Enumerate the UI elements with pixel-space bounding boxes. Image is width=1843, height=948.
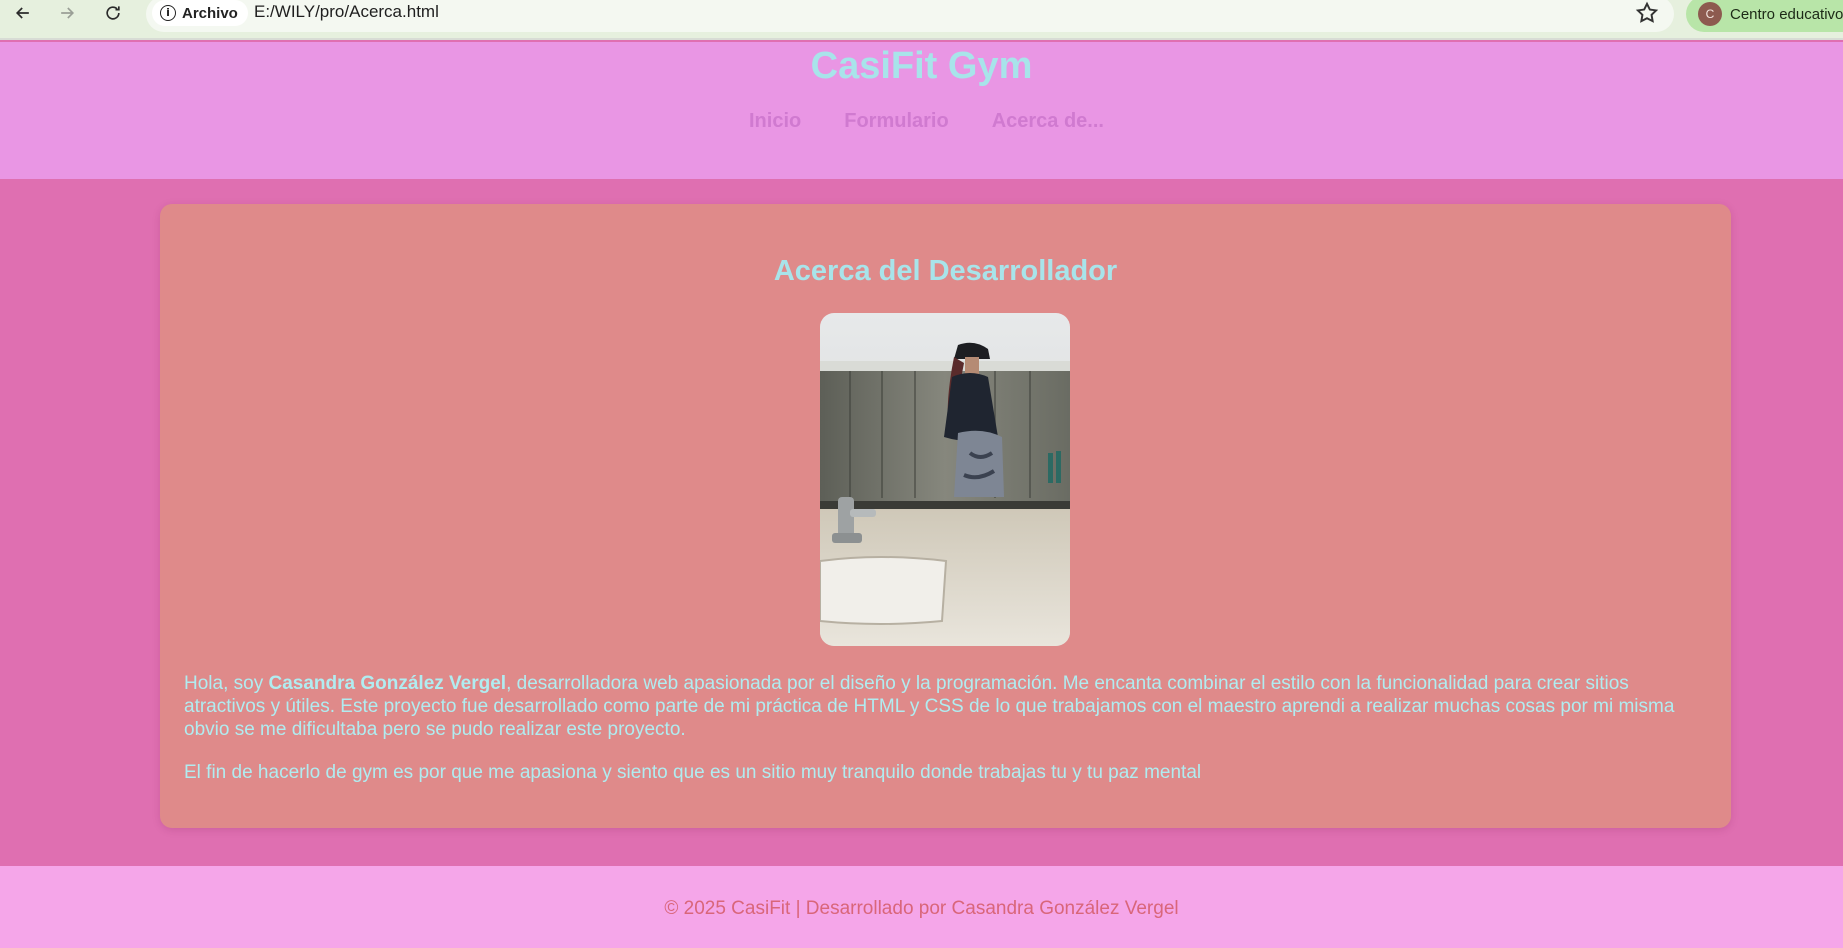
site-info-chip[interactable]: i Archivo xyxy=(152,0,248,26)
info-icon: i xyxy=(160,5,176,21)
about-paragraph-2: El fin de hacerlo de gym es por que me a… xyxy=(184,762,1202,783)
nav-link-inicio[interactable]: Inicio xyxy=(749,110,801,133)
site-info-label: Archivo xyxy=(182,4,238,22)
developer-name: Casandra González Vergel xyxy=(268,673,507,694)
nav-link-formulario[interactable]: Formulario xyxy=(844,110,948,133)
about-title: Acerca del Desarrollador xyxy=(773,255,1118,287)
arrow-right-icon xyxy=(61,7,75,19)
developer-photo xyxy=(820,313,1070,646)
forward-button[interactable] xyxy=(50,0,84,26)
intro-prefix: Hola, soy xyxy=(184,673,269,694)
profile-label: Centro educativo xyxy=(1730,5,1843,23)
back-button[interactable] xyxy=(6,0,40,26)
url-text[interactable]: E:/WILY/pro/Acerca.html xyxy=(254,2,439,22)
browser-toolbar: i Archivo E:/WILY/pro/Acerca.html C Cent… xyxy=(0,0,1843,40)
nav-link-acerca[interactable]: Acerca de... xyxy=(992,110,1104,133)
site-nav: Inicio Formulario Acerca de... xyxy=(0,110,1843,133)
bookmark-star-icon[interactable] xyxy=(1634,0,1660,26)
about-card: Acerca del Desarrollador Hola, soy Casan… xyxy=(160,204,1731,828)
profile-button[interactable]: C Centro educativo xyxy=(1686,0,1843,32)
arrow-left-icon xyxy=(15,7,29,19)
reload-icon xyxy=(106,6,120,20)
about-paragraph-1: Hola, soy Casandra González Vergel, desa… xyxy=(184,672,1704,741)
reload-button[interactable] xyxy=(96,0,130,26)
footer-text: © 2025 CasiFit | Desarrollado por Casand… xyxy=(664,898,1179,919)
developer-photo-drawing xyxy=(820,313,1070,646)
site-footer: © 2025 CasiFit | Desarrollado por Casand… xyxy=(0,866,1843,948)
site-title: CasiFit Gym xyxy=(810,45,1033,87)
site-header: CasiFit Gym Inicio Formulario Acerca de.… xyxy=(0,42,1843,179)
address-bar[interactable]: i Archivo E:/WILY/pro/Acerca.html xyxy=(146,0,1674,32)
avatar: C xyxy=(1698,2,1722,26)
